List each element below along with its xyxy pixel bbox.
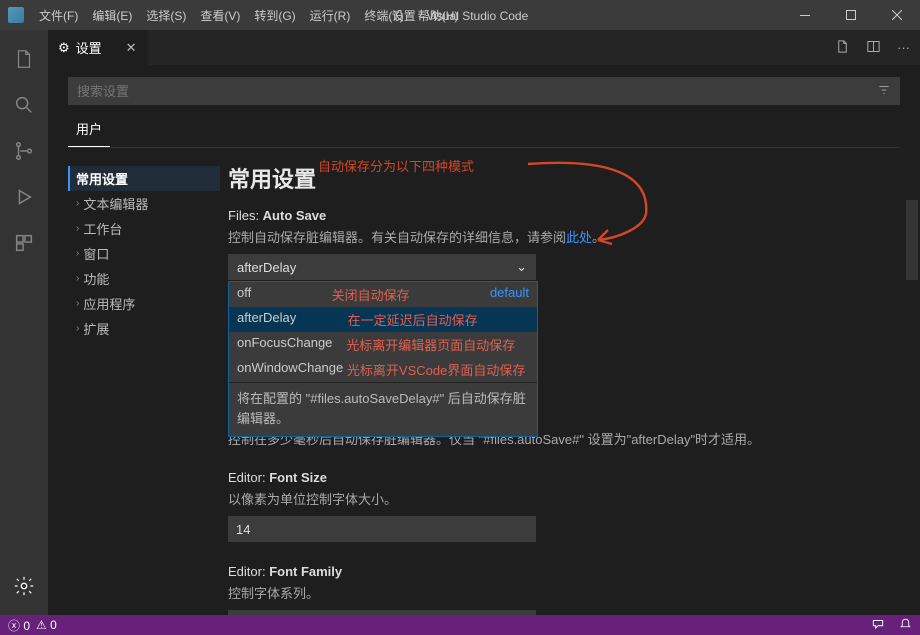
status-bar: ⓧ 0 ⚠ 0 <box>0 615 920 635</box>
settings-gear-icon[interactable] <box>0 563 48 609</box>
window-title: 设置 - Visual Studio Code <box>392 7 529 24</box>
warning-icon: ⚠ <box>36 618 47 632</box>
error-icon: ⓧ <box>8 619 20 633</box>
explorer-icon[interactable] <box>0 36 48 82</box>
annotation-text: 关闭自动保存 <box>332 285 410 304</box>
chevron-right-icon: › <box>76 273 79 284</box>
setting-desc: 控制自动保存脏编辑器。有关自动保存的详细信息，请参阅此处。 <box>228 227 900 246</box>
status-errors[interactable]: ⓧ 0 <box>8 617 30 634</box>
tab-label: 设置 <box>76 38 102 57</box>
menu-edit[interactable]: 编辑(E) <box>85 7 139 24</box>
filter-icon[interactable] <box>877 83 891 100</box>
scope-user-tab[interactable]: 用户 <box>68 113 110 147</box>
annotation-text: 光标离开编辑器页面自动保存 <box>346 335 515 354</box>
scrollbar-thumb[interactable] <box>906 200 918 280</box>
tab-gear-icon: ⚙ <box>58 40 70 56</box>
annotation-text: 在一定延迟后自动保存 <box>348 310 478 329</box>
status-warnings[interactable]: ⚠ 0 <box>36 618 57 632</box>
source-control-icon[interactable] <box>0 128 48 174</box>
activity-bar <box>0 30 48 615</box>
search-icon[interactable] <box>0 82 48 128</box>
toc-extensions[interactable]: ›扩展 <box>76 316 220 341</box>
divider <box>68 147 900 148</box>
menu-go[interactable]: 转到(G) <box>247 7 302 24</box>
title-bar: 文件(F) 编辑(E) 选择(S) 查看(V) 转到(G) 运行(R) 终端(T… <box>0 0 920 30</box>
split-editor-icon[interactable] <box>866 39 881 57</box>
maximize-button[interactable] <box>828 0 874 30</box>
more-actions-icon[interactable]: ··· <box>897 40 910 55</box>
minimize-button[interactable] <box>782 0 828 30</box>
setting-label: Editor: Font Size <box>228 470 900 485</box>
chevron-right-icon: › <box>76 223 79 234</box>
setting-label: Files: Auto Save <box>228 208 900 223</box>
dd-option-afterdelay[interactable]: afterDelay 在一定延迟后自动保存 <box>229 307 537 332</box>
menu-run[interactable]: 运行(R) <box>303 7 358 24</box>
settings-content: 自动保存分为以下四种模式 常用设置 Files: Auto Save 控制自动保… <box>228 152 920 615</box>
annotation-text: 光标离开VSCode界面自动保存 <box>347 360 525 379</box>
run-debug-icon[interactable] <box>0 174 48 220</box>
open-json-icon[interactable] <box>835 39 850 57</box>
dd-option-desc: 将在配置的 "#files.autoSaveDelay#" 后自动保存脏编辑器。 <box>229 382 537 436</box>
chevron-right-icon: › <box>76 323 79 334</box>
setting-desc: 控制字体系列。 <box>228 583 900 602</box>
chevron-right-icon: › <box>76 298 79 309</box>
dd-option-off[interactable]: off 关闭自动保存 default <box>229 282 537 307</box>
vscode-logo-icon <box>8 7 24 23</box>
menu-select[interactable]: 选择(S) <box>139 7 193 24</box>
setting-desc: 以像素为单位控制字体大小。 <box>228 489 900 508</box>
settings-search-box[interactable] <box>68 77 900 105</box>
tab-settings[interactable]: ⚙ 设置 ✕ <box>48 30 148 65</box>
dd-option-onwindowchange[interactable]: onWindowChange 光标离开VSCode界面自动保存 <box>229 357 537 382</box>
menu-file[interactable]: 文件(F) <box>32 7 85 24</box>
menu-view[interactable]: 查看(V) <box>193 7 247 24</box>
default-tag: default <box>490 285 529 304</box>
settings-scope-tabs: 用户 <box>48 113 920 147</box>
font-size-input[interactable] <box>228 516 536 542</box>
settings-search-input[interactable] <box>77 84 877 99</box>
setting-font-family: Editor: Font Family 控制字体系列。 <box>228 564 900 615</box>
editor-tabs: ⚙ 设置 ✕ ··· <box>48 30 920 65</box>
auto-save-dropdown: off 关闭自动保存 default afterDelay 在一定延迟后自动保存… <box>228 281 538 437</box>
setting-auto-save: Files: Auto Save 控制自动保存脏编辑器。有关自动保存的详细信息，… <box>228 208 900 280</box>
toc-common[interactable]: 常用设置 <box>68 166 220 191</box>
settings-toc: 常用设置 ›文本编辑器 ›工作台 ›窗口 ›功能 ›应用程序 ›扩展 <box>48 152 228 615</box>
feedback-icon[interactable] <box>871 617 885 634</box>
doc-link[interactable]: 此处 <box>566 230 592 245</box>
tab-close-icon[interactable]: ✕ <box>126 40 137 56</box>
chevron-down-icon: ⌄ <box>516 259 527 275</box>
toc-window[interactable]: ›窗口 <box>76 241 220 266</box>
select-value: afterDelay <box>237 260 296 275</box>
extensions-icon[interactable] <box>0 220 48 266</box>
dd-option-onfocuschange[interactable]: onFocusChange 光标离开编辑器页面自动保存 <box>229 332 537 357</box>
chevron-right-icon: › <box>76 248 79 259</box>
chevron-right-icon: › <box>76 198 79 209</box>
toc-text-editor[interactable]: ›文本编辑器 <box>76 191 220 216</box>
close-button[interactable] <box>874 0 920 30</box>
toc-workbench[interactable]: ›工作台 <box>76 216 220 241</box>
auto-save-select[interactable]: afterDelay ⌄ off 关闭自动保存 default afterDel… <box>228 254 536 280</box>
notifications-icon[interactable] <box>899 617 912 633</box>
setting-font-size: Editor: Font Size 以像素为单位控制字体大小。 <box>228 470 900 542</box>
toc-features[interactable]: ›功能 <box>76 266 220 291</box>
setting-label: Editor: Font Family <box>228 564 900 579</box>
toc-application[interactable]: ›应用程序 <box>76 291 220 316</box>
annotation-header: 自动保存分为以下四种模式 <box>318 156 474 175</box>
